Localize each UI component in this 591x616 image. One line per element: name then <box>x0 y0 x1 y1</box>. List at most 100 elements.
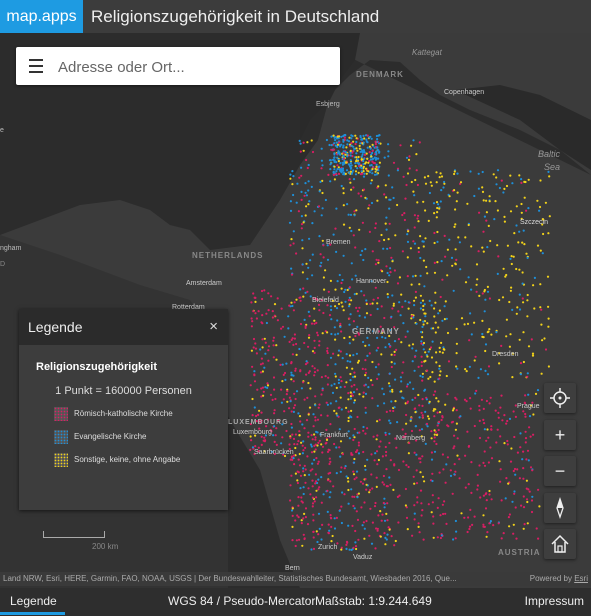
density-dot <box>458 477 461 480</box>
density-dot <box>274 434 277 437</box>
density-dot <box>423 360 426 363</box>
density-dot <box>503 215 506 218</box>
zoom-in-button[interactable]: + <box>544 420 576 450</box>
density-dot <box>459 181 463 184</box>
density-dot <box>437 400 440 403</box>
density-dot <box>467 483 470 486</box>
density-dot <box>371 250 374 253</box>
density-dot <box>482 407 485 410</box>
density-dot <box>302 470 305 473</box>
home-button[interactable] <box>544 529 576 559</box>
density-dot <box>326 489 329 492</box>
density-dot <box>302 381 305 384</box>
density-dot <box>485 219 488 222</box>
density-dot <box>373 459 376 462</box>
density-dot <box>544 201 548 204</box>
density-dot <box>375 150 378 153</box>
attribution-bar: Land NRW, Esri, HERE, Garmin, FAO, NOAA,… <box>0 572 591 586</box>
density-dot <box>496 272 499 275</box>
density-dot <box>292 406 295 409</box>
map-label-kattegat: Kattegat <box>412 48 442 57</box>
density-dot <box>368 489 372 492</box>
density-dot <box>440 418 443 422</box>
density-dot <box>254 347 258 350</box>
density-dot <box>368 204 371 207</box>
density-dot <box>332 233 335 236</box>
density-dot <box>255 352 258 355</box>
density-dot <box>539 306 542 309</box>
density-dot <box>468 339 471 342</box>
density-dot <box>413 304 416 307</box>
density-dot <box>478 436 482 440</box>
density-dot <box>371 151 374 155</box>
search-input[interactable] <box>56 55 330 79</box>
tab-legend[interactable]: Legende <box>10 594 57 608</box>
density-dot <box>310 139 313 142</box>
density-dot <box>529 466 533 469</box>
density-dot <box>266 384 270 387</box>
density-dot <box>512 410 515 413</box>
density-dot <box>338 141 341 144</box>
density-dot <box>385 265 388 268</box>
density-dot <box>540 372 543 375</box>
density-dot <box>352 178 356 181</box>
density-dot <box>299 150 302 153</box>
density-dot <box>485 499 488 502</box>
density-dot <box>454 248 457 251</box>
density-dot <box>532 433 535 436</box>
density-dot <box>530 499 534 502</box>
density-dot <box>481 319 484 322</box>
brand-logo[interactable]: map.apps <box>0 0 83 33</box>
density-dot <box>422 245 425 248</box>
coordinate-system[interactable]: WGS 84 / Pseudo-Mercator <box>168 594 315 608</box>
density-dot <box>414 411 417 414</box>
density-dot <box>415 453 418 456</box>
density-dot <box>370 542 374 545</box>
density-dot <box>303 427 306 430</box>
density-dot <box>303 464 306 467</box>
density-dot <box>298 296 301 299</box>
density-dot <box>289 400 292 403</box>
density-dot <box>433 408 436 411</box>
density-dot <box>375 438 378 441</box>
map-label-baltic: Baltic <box>538 149 561 159</box>
density-dot <box>374 140 377 143</box>
menu-icon[interactable] <box>29 59 43 73</box>
density-dot <box>494 409 497 412</box>
density-dot <box>526 256 529 259</box>
locate-button[interactable] <box>544 383 576 413</box>
density-dot <box>512 255 515 258</box>
density-dot <box>330 148 333 151</box>
density-dot <box>346 152 349 155</box>
density-dot <box>316 331 319 334</box>
density-dot <box>350 416 353 419</box>
imprint-link[interactable]: Impressum <box>525 594 584 608</box>
density-dot <box>486 428 489 431</box>
density-dot <box>291 458 294 461</box>
density-dot <box>419 294 422 297</box>
compass-button[interactable] <box>544 493 576 523</box>
esri-link[interactable]: Esri <box>574 574 588 583</box>
density-dot <box>337 381 340 385</box>
density-dot <box>475 263 479 266</box>
density-dot <box>309 443 313 446</box>
density-dot <box>500 537 503 540</box>
density-dot <box>345 475 348 478</box>
density-dot <box>481 335 484 338</box>
density-dot <box>326 479 330 482</box>
zoom-out-button[interactable]: − <box>544 456 576 486</box>
density-dot <box>444 300 447 303</box>
density-dot <box>394 400 397 403</box>
density-dot <box>363 316 367 319</box>
density-dot <box>290 267 293 270</box>
density-dot <box>428 299 431 302</box>
density-dot <box>369 507 372 510</box>
density-dot <box>440 534 443 537</box>
density-dot <box>279 363 282 366</box>
density-dot <box>329 168 332 171</box>
density-dot <box>517 241 520 244</box>
density-dot <box>339 145 342 148</box>
density-dot <box>525 458 528 461</box>
close-icon[interactable]: × <box>209 318 218 335</box>
density-dot <box>332 485 335 488</box>
